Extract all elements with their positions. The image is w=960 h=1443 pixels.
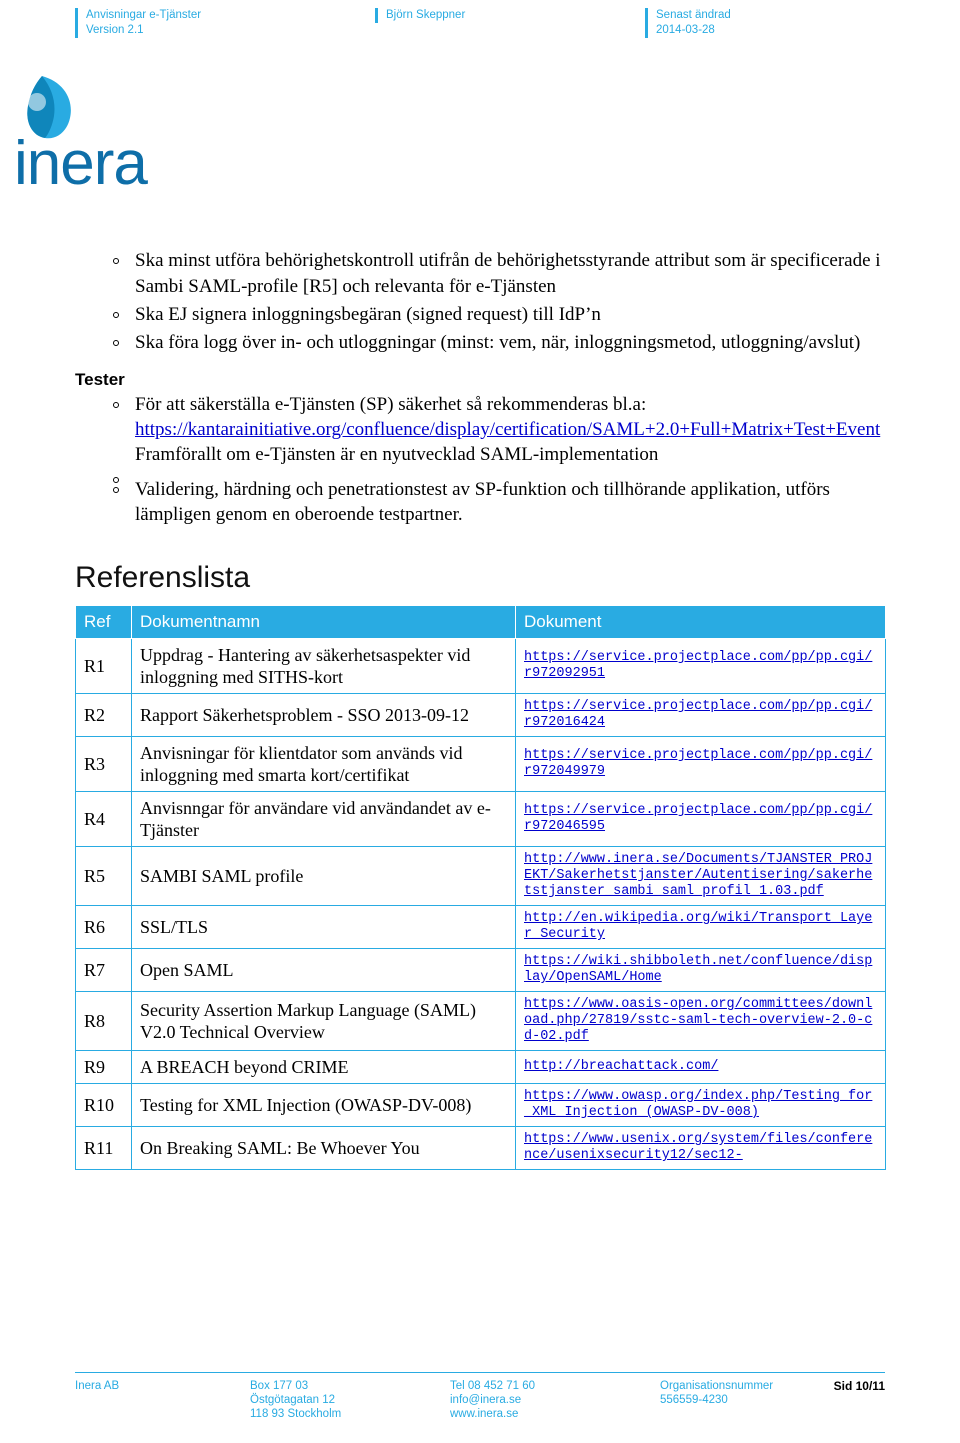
section-heading-tester: Tester	[75, 370, 125, 389]
cell-name: SSL/TLS	[131, 905, 516, 949]
header-modified-label: Senast ändrad	[656, 9, 731, 21]
list-item: Ska föra logg över in- och utloggningar …	[75, 330, 885, 356]
header-divider-3	[645, 8, 648, 38]
cell-url[interactable]: https://service.projectplace.com/pp/pp.c…	[515, 736, 886, 792]
cell-name: Open SAML	[131, 948, 516, 992]
cell-url[interactable]: https://service.projectplace.com/pp/pp.c…	[515, 638, 886, 694]
reference-table-body: R1 Uppdrag - Hantering av säkerhetsaspek…	[75, 638, 886, 1170]
header-title-lines: Anvisningar e-Tjänster Version 2.1	[86, 8, 201, 38]
cell-url[interactable]: http://www.inera.se/Documents/TJANSTER P…	[515, 846, 886, 906]
page-header: Anvisningar e-Tjänster Version 2.1 Björn…	[75, 8, 885, 54]
list-item: Validering, härdning och penetrationstes…	[75, 477, 885, 527]
tester-bullet-list: För att säkerställa e-Tjänsten (SP) säke…	[75, 392, 885, 527]
cell-name: Anvisnngar för användare vid användandet…	[131, 791, 516, 847]
column-header-dokumentnamn: Dokumentnamn	[131, 605, 516, 639]
column-header-ref: Ref	[75, 605, 132, 639]
tester-item-1-note: Framförallt om e-Tjänsten är en nyutveck…	[135, 444, 659, 465]
footer-org-label: Organisationsnummer	[660, 1380, 774, 1392]
list-item: Ska minst utföra behörighetskontroll uti…	[75, 248, 885, 300]
table-row: R11 On Breaking SAML: Be Whoever You htt…	[75, 1126, 886, 1170]
header-document-title-group: Anvisningar e-Tjänster Version 2.1	[75, 8, 375, 38]
footer-address-line2: Östgötagatan 12	[250, 1394, 336, 1406]
footer-website[interactable]: www.inera.se	[450, 1407, 660, 1421]
table-row: R4 Anvisnngar för användare vid användan…	[75, 791, 886, 847]
tester-item-1-text: För att säkerställa e-Tjänsten (SP) säke…	[135, 394, 647, 415]
footer-org-value: 556559-4230	[660, 1394, 728, 1406]
inera-logo: inera	[12, 72, 182, 198]
cell-name: SAMBI SAML profile	[131, 846, 516, 906]
requirements-bullet-list: Ska minst utföra behörighetskontroll uti…	[75, 248, 885, 356]
cell-url[interactable]: https://service.projectplace.com/pp/pp.c…	[515, 693, 886, 737]
table-row: R3 Anvisningar för klientdator som använ…	[75, 736, 886, 792]
cell-url[interactable]: https://www.usenix.org/system/files/conf…	[515, 1126, 886, 1170]
header-author-group: Björn Skeppner	[375, 8, 645, 23]
column-header-dokument: Dokument	[515, 605, 886, 639]
table-row: R1 Uppdrag - Hantering av säkerhetsaspek…	[75, 638, 886, 694]
cell-ref: R1	[75, 638, 132, 694]
cell-name: Rapport Säkerhetsproblem - SSO 2013-09-1…	[131, 693, 516, 737]
table-row: R7 Open SAML https://wiki.shibboleth.net…	[75, 948, 886, 992]
header-author-name: Björn Skeppner	[386, 9, 466, 21]
header-document-title: Anvisningar e-Tjänster	[86, 9, 202, 21]
cell-ref: R10	[75, 1083, 132, 1127]
cell-url[interactable]: https://www.oasis-open.org/committees/do…	[515, 991, 886, 1051]
cell-ref: R9	[75, 1050, 132, 1084]
cell-name: Testing for XML Injection (OWASP-DV-008)	[131, 1083, 516, 1127]
cell-url[interactable]: http://en.wikipedia.org/wiki/Transport_L…	[515, 905, 886, 949]
cell-url[interactable]: https://www.owasp.org/index.php/Testing_…	[515, 1083, 886, 1127]
cell-ref: R2	[75, 693, 132, 737]
table-row: R8 Security Assertion Markup Language (S…	[75, 991, 886, 1051]
footer-address-line1: Box 177 03	[250, 1380, 309, 1392]
cell-url[interactable]: http://breachattack.com/	[515, 1050, 886, 1084]
table-row: R5 SAMBI SAML profile http://www.inera.s…	[75, 846, 886, 906]
header-modified-group: Senast ändrad 2014-03-28	[645, 8, 865, 38]
footer-org-number: Organisationsnummer 556559-4230	[660, 1379, 820, 1421]
table-row: R6 SSL/TLS http://en.wikipedia.org/wiki/…	[75, 905, 886, 949]
cell-url[interactable]: https://service.projectplace.com/pp/pp.c…	[515, 791, 886, 847]
cell-name: A BREACH beyond CRIME	[131, 1050, 516, 1084]
cell-name: Uppdrag - Hantering av säkerhetsaspekter…	[131, 638, 516, 694]
footer-address-line3: 118 93 Stockholm	[250, 1408, 342, 1420]
cell-ref: R6	[75, 905, 132, 949]
table-row: R10 Testing for XML Injection (OWASP-DV-…	[75, 1083, 886, 1127]
footer-company-name: Inera AB	[75, 1380, 120, 1392]
footer-contact: Tel 08 452 71 60 info@inera.se www.inera…	[450, 1379, 660, 1421]
footer-address: Box 177 03 Östgötagatan 12 118 93 Stockh…	[250, 1379, 450, 1421]
cell-ref: R8	[75, 991, 132, 1051]
list-spacer	[75, 467, 885, 483]
header-divider-1	[75, 8, 78, 38]
table-row: R2 Rapport Säkerhetsproblem - SSO 2013-0…	[75, 693, 886, 737]
header-document-version: Version 2.1	[86, 24, 144, 36]
list-item: För att säkerställa e-Tjänsten (SP) säke…	[75, 392, 885, 467]
kantara-test-link[interactable]: https://kantarainitiative.org/confluence…	[135, 419, 880, 440]
header-modified-date: 2014-03-28	[656, 24, 715, 36]
page-footer: Inera AB Box 177 03 Östgötagatan 12 118 …	[75, 1372, 885, 1421]
cell-url[interactable]: https://wiki.shibboleth.net/confluence/d…	[515, 948, 886, 992]
cell-name: Security Assertion Markup Language (SAML…	[131, 991, 516, 1051]
footer-page-number: Sid 10/11	[833, 1379, 885, 1393]
table-header-row: Ref Dokumentnamn Dokument	[75, 605, 886, 639]
cell-name: On Breaking SAML: Be Whoever You	[131, 1126, 516, 1170]
header-divider-2	[375, 8, 378, 23]
cell-ref: R4	[75, 791, 132, 847]
cell-name: Anvisningar för klientdator som används …	[131, 736, 516, 792]
header-modified-lines: Senast ändrad 2014-03-28	[656, 8, 731, 38]
document-body: Ska minst utföra behörighetskontroll uti…	[75, 248, 886, 1170]
footer-phone: Tel 08 452 71 60	[450, 1380, 536, 1392]
footer-company: Inera AB	[75, 1379, 250, 1421]
footer-email[interactable]: info@inera.se	[450, 1393, 660, 1407]
cell-ref: R3	[75, 736, 132, 792]
page-title: Referenslista	[75, 561, 251, 594]
cell-ref: R11	[75, 1126, 132, 1170]
header-author-lines: Björn Skeppner	[386, 8, 465, 23]
logo-wordmark: inera	[14, 129, 148, 197]
reference-table: Ref Dokumentnamn Dokument R1 Uppdrag - H…	[75, 605, 886, 1170]
list-item: Ska EJ signera inloggningsbegäran (signe…	[75, 302, 885, 328]
cell-ref: R5	[75, 846, 132, 906]
cell-ref: R7	[75, 948, 132, 992]
table-row: R9 A BREACH beyond CRIME http://breachat…	[75, 1050, 886, 1084]
